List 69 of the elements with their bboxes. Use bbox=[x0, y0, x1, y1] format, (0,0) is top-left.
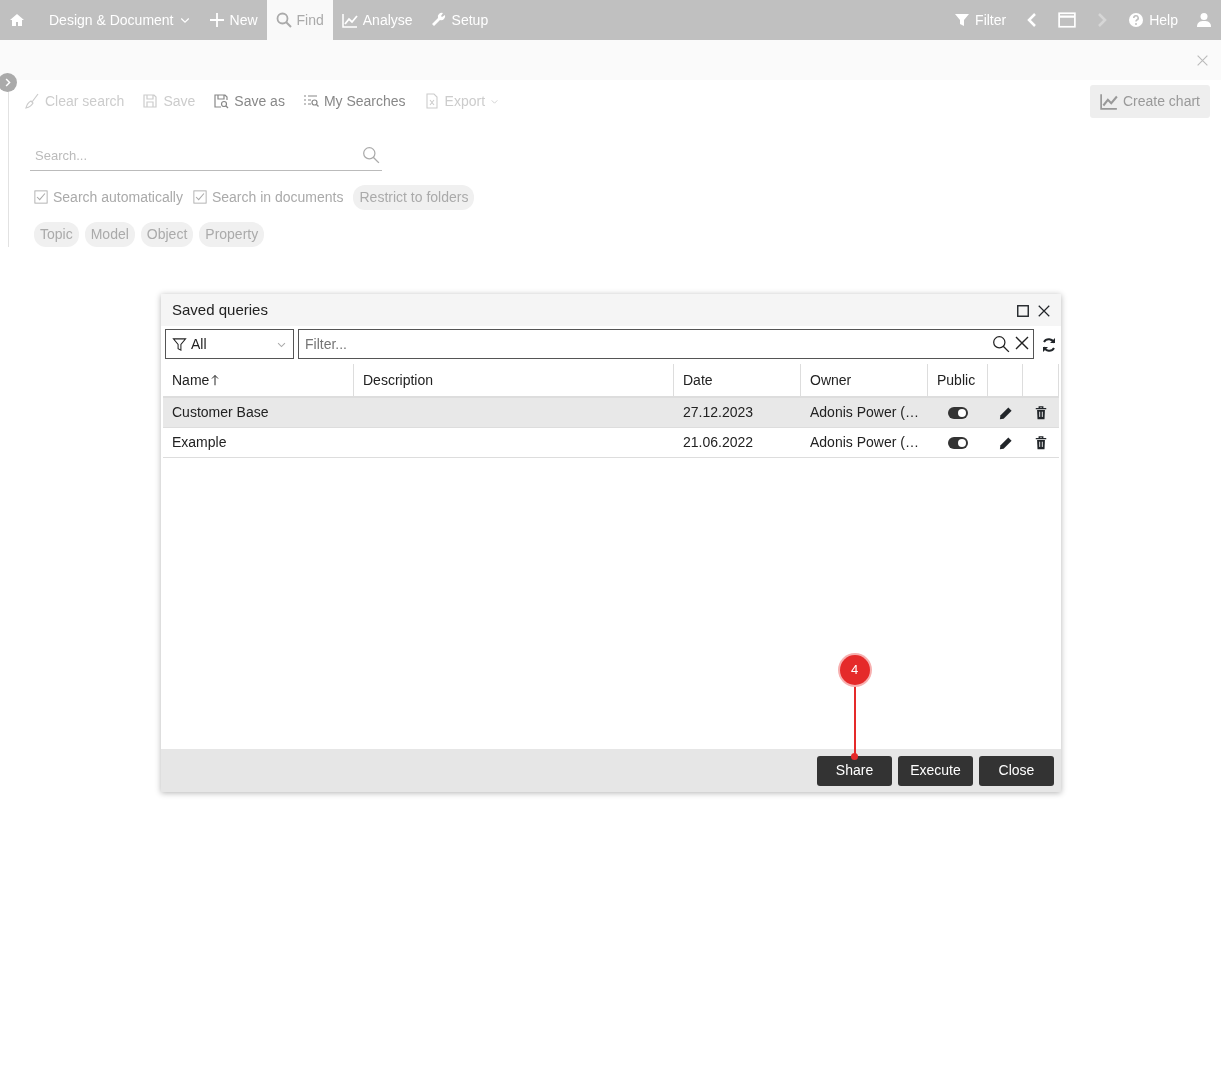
save-as-icon bbox=[213, 93, 230, 109]
table-row[interactable]: Example 21.06.2022 Adonis Power (… bbox=[163, 428, 1059, 458]
checkbox-option[interactable]: Search in documents bbox=[192, 186, 344, 208]
save-icon bbox=[142, 93, 159, 109]
column-header[interactable]: Date bbox=[674, 364, 801, 396]
public-toggle[interactable] bbox=[948, 436, 968, 449]
search-field[interactable]: Search... bbox=[30, 142, 382, 170]
filter-field[interactable]: Filter... bbox=[298, 329, 1034, 359]
close-icon bbox=[1196, 54, 1209, 68]
filter-chip[interactable]: Property bbox=[199, 221, 265, 247]
help-icon bbox=[1128, 12, 1145, 28]
table-cell-text: 21.06.2022 bbox=[683, 433, 754, 452]
filter-chip[interactable]: Restrict to folders bbox=[353, 184, 475, 210]
table-row[interactable]: Customer Base 27.12.2023 Adonis Power (… bbox=[163, 398, 1059, 428]
search-icon bbox=[362, 146, 380, 164]
column-header[interactable]: Description bbox=[354, 364, 674, 396]
search-icon bbox=[275, 12, 292, 28]
filter-chip[interactable]: Topic bbox=[34, 221, 79, 247]
checkbox-icon bbox=[34, 190, 48, 204]
window-icon bbox=[1058, 11, 1077, 29]
column-header[interactable]: Public bbox=[928, 364, 988, 396]
column-header[interactable]: Name bbox=[163, 364, 354, 396]
maximize-icon bbox=[1016, 303, 1030, 318]
line-chart-icon bbox=[1099, 92, 1118, 110]
dialog-button[interactable]: Share bbox=[817, 755, 892, 786]
search-icon bbox=[991, 335, 1010, 353]
plus-icon bbox=[208, 12, 225, 28]
pencil-icon bbox=[998, 435, 1013, 451]
table-cell-text: Customer Base bbox=[172, 403, 269, 422]
public-toggle[interactable] bbox=[948, 406, 968, 419]
close-icon bbox=[1037, 303, 1051, 318]
list-search-icon bbox=[302, 93, 319, 109]
trash-icon bbox=[1034, 436, 1048, 451]
scope-dropdown[interactable]: All bbox=[165, 329, 294, 359]
leader-dot bbox=[851, 752, 858, 760]
pencil-icon bbox=[998, 405, 1013, 421]
nav-tab[interactable]: Design & Document bbox=[40, 0, 200, 40]
dialog-button[interactable]: Execute bbox=[898, 755, 973, 786]
table-cell-text: 27.12.2023 bbox=[683, 403, 754, 422]
line-chart-icon bbox=[341, 12, 358, 28]
table-cell-text: Adonis Power (… bbox=[810, 433, 919, 452]
clear-icon bbox=[1013, 335, 1030, 351]
refresh-icon bbox=[1041, 336, 1057, 353]
broom-icon bbox=[24, 93, 40, 109]
filter-chip[interactable]: Model bbox=[84, 221, 135, 247]
filter-icon bbox=[954, 12, 971, 28]
checkbox-option[interactable]: Search automatically bbox=[34, 186, 183, 208]
dialog-button[interactable]: Close bbox=[979, 755, 1054, 786]
nav-tab[interactable]: Find bbox=[266, 0, 333, 40]
nav-tab[interactable]: Setup bbox=[421, 0, 498, 40]
step-marker: 4 bbox=[839, 655, 870, 685]
filter-chip[interactable]: Object bbox=[140, 221, 194, 247]
table-cell-text: Example bbox=[172, 433, 227, 452]
wrench-icon bbox=[430, 12, 447, 28]
trash-icon bbox=[1034, 406, 1048, 421]
home-icon bbox=[9, 12, 25, 28]
dialog-title: Saved queries bbox=[172, 299, 268, 320]
filter-icon bbox=[172, 336, 187, 352]
toolbar-button[interactable]: Save as bbox=[213, 90, 285, 112]
nav-tab[interactable]: Analyse bbox=[332, 0, 422, 40]
spreadsheet-icon bbox=[423, 93, 440, 109]
toolbar-button[interactable]: My Searches bbox=[302, 90, 406, 112]
table-cell-text: Adonis Power (… bbox=[810, 403, 919, 422]
checkbox-icon bbox=[192, 190, 207, 204]
nav-tab[interactable]: New bbox=[199, 0, 267, 40]
user-icon bbox=[1196, 12, 1212, 28]
nav-button[interactable]: Filter bbox=[945, 0, 1016, 40]
column-header[interactable]: Owner bbox=[801, 364, 928, 396]
nav-button[interactable]: Help bbox=[1119, 0, 1187, 40]
